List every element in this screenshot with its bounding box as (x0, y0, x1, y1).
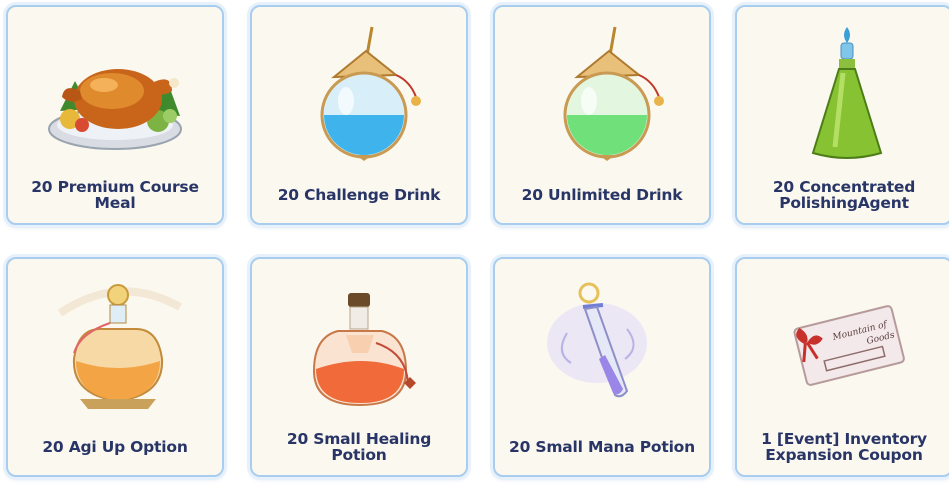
blue-potion-flask-icon (284, 21, 434, 161)
green-conical-flask-icon (769, 21, 919, 161)
reward-label: 20 Unlimited Drink (521, 186, 683, 204)
purple-mana-vial-icon (527, 273, 677, 413)
red-potion-bottle-icon (284, 273, 434, 413)
reward-card-agi-up-option[interactable]: 20 Agi Up Option (6, 257, 224, 477)
reward-label: 20 Small Mana Potion (509, 438, 695, 456)
reward-label: 1 [Event] Inventory Expansion Coupon (761, 430, 927, 464)
reward-label: 20 Agi Up Option (42, 438, 188, 456)
coupon-ticket-icon: Mountain of Goods (769, 273, 919, 413)
reward-label: 20 Concentrated PolishingAgent (772, 178, 916, 212)
reward-label: 20 Small Healing Potion (286, 430, 432, 464)
reward-label: 20 Challenge Drink (277, 186, 441, 204)
reward-card-challenge-drink[interactable]: 20 Challenge Drink (250, 5, 468, 225)
golden-potion-bottle-icon (40, 273, 190, 413)
reward-card-premium-course-meal[interactable]: 20 Premium Course Meal (6, 5, 224, 225)
reward-card-inventory-expansion-coupon[interactable]: Mountain of Goods 1 [Event] Inventory Ex… (735, 257, 949, 477)
reward-card-small-healing-potion[interactable]: 20 Small Healing Potion (250, 257, 468, 477)
roast-turkey-meal-icon (40, 21, 190, 161)
reward-card-unlimited-drink[interactable]: 20 Unlimited Drink (493, 5, 711, 225)
reward-label: 20 Premium Course Meal (31, 178, 199, 212)
reward-card-concentrated-polishing-agent[interactable]: 20 Concentrated PolishingAgent (735, 5, 949, 225)
reward-card-small-mana-potion[interactable]: 20 Small Mana Potion (493, 257, 711, 477)
green-potion-flask-icon (527, 21, 677, 161)
